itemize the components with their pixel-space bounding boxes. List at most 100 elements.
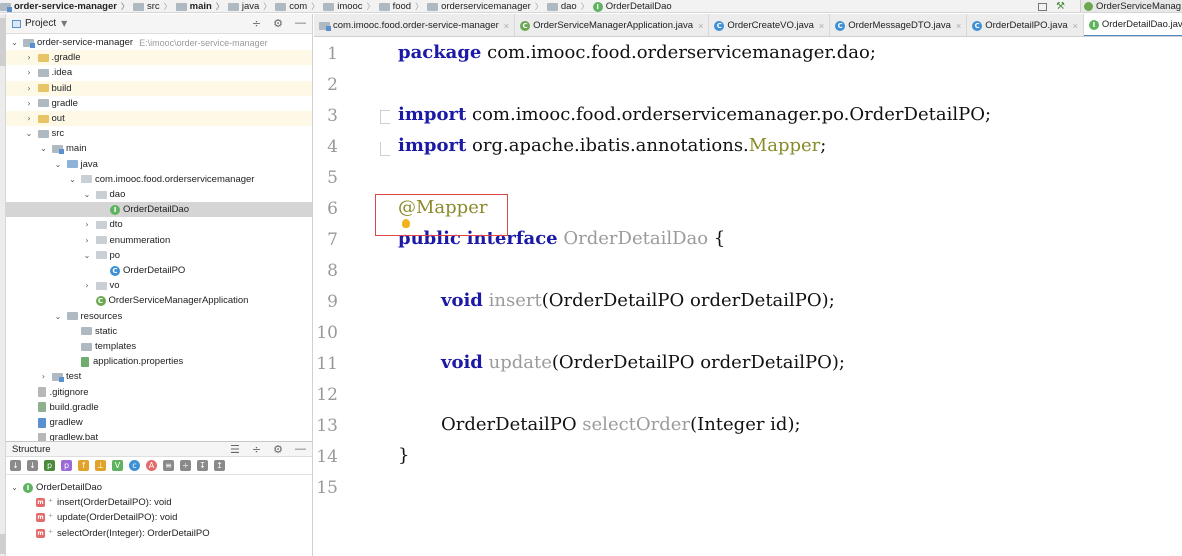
show-classes-icon[interactable]: c	[129, 460, 140, 471]
chevron-down-icon[interactable]: ⌄	[54, 160, 63, 169]
chevron-down-icon[interactable]: ▼	[61, 19, 67, 28]
sort-alpha-icon[interactable]: ↓	[10, 460, 21, 471]
show-inherited-icon[interactable]: f	[78, 460, 89, 471]
chevron-right-icon[interactable]: ›	[39, 372, 48, 381]
breadcrumb-item[interactable]: java 〉	[227, 0, 275, 12]
tree-item[interactable]: C OrderServiceManagerApplication	[6, 293, 312, 308]
tree-item[interactable]: C OrderDetailPO	[6, 263, 312, 278]
gear-icon[interactable]: ⚙	[273, 17, 283, 30]
tree-item[interactable]: › .gradle	[6, 50, 312, 66]
chevron-down-icon[interactable]: ⌄	[83, 251, 92, 260]
editor-tab[interactable]: C OrderCreateVO.java ×	[709, 14, 831, 36]
tree-item[interactable]: › .idea	[6, 65, 312, 80]
sort-visibility-icon[interactable]: ↓	[27, 460, 38, 471]
fold-marker-icon[interactable]	[380, 142, 390, 156]
chevron-right-icon[interactable]: ›	[83, 220, 92, 229]
tree-item[interactable]: › vo	[6, 278, 312, 293]
tree-item[interactable]: › out	[6, 111, 312, 126]
structure-member[interactable]: m ⁺ selectOrder(Integer): OrderDetailPO	[6, 526, 313, 541]
close-icon[interactable]: ×	[504, 21, 509, 31]
chevron-down-icon[interactable]: ⌄	[39, 144, 48, 153]
expand-all-icon[interactable]: ≡	[163, 460, 174, 471]
chevron-right-icon[interactable]: ›	[25, 99, 34, 108]
tree-item[interactable]: I OrderDetailDao	[6, 202, 312, 218]
editor-tab[interactable]: IOrderDetailDao.java×	[1083, 14, 1182, 36]
hide-panel-icon[interactable]: —	[295, 443, 306, 456]
expand-all-icon[interactable]: ☰	[230, 443, 240, 456]
breadcrumb-item[interactable]: com 〉	[275, 0, 323, 12]
structure-member[interactable]: m ⁺ insert(OrderDetailPO): void	[6, 495, 313, 510]
tree-item[interactable]: templates	[6, 339, 312, 354]
collapse-all-icon[interactable]: ÷	[252, 17, 261, 30]
breadcrumb-item[interactable]: order-service-manager 〉	[0, 0, 133, 12]
run-configuration-selector[interactable]: OrderServiceManag	[1080, 0, 1182, 12]
close-icon[interactable]: ×	[1073, 21, 1078, 31]
editor-tab[interactable]: C OrderMessageDTO.java ×	[830, 14, 968, 36]
tree-item[interactable]: ⌄ dao	[6, 187, 312, 202]
hide-panel-icon[interactable]: —	[295, 17, 306, 30]
tree-item[interactable]: › build	[6, 80, 312, 96]
build-hammer-icon[interactable]: ⚒	[1056, 1, 1065, 12]
breadcrumb-item[interactable]: orderservicemanager 〉	[427, 0, 547, 12]
tree-item[interactable]: ⌄ main	[6, 141, 312, 156]
structure-root[interactable]: ⌄ I OrderDetailDao	[6, 480, 313, 495]
chevron-down-icon[interactable]: ⌄	[54, 312, 63, 321]
structure-member[interactable]: m ⁺ update(OrderDetailPO): void	[6, 510, 313, 525]
window-icon[interactable]	[1038, 2, 1047, 11]
show-properties-icon[interactable]: p	[44, 460, 55, 471]
show-fields-icon[interactable]: p	[61, 460, 72, 471]
chevron-right-icon[interactable]: ›	[83, 281, 92, 290]
breadcrumb-item[interactable]: I OrderDetailDao	[592, 0, 672, 12]
chevron-right-icon[interactable]: ›	[25, 53, 34, 62]
close-icon[interactable]: ×	[698, 21, 703, 31]
chevron-down-icon[interactable]: ⌄	[68, 175, 77, 184]
code-editor[interactable]: package com.imooc.food.orderservicemanag…	[380, 38, 1182, 556]
chevron-down-icon[interactable]: ⌄	[83, 190, 92, 199]
fold-marker-icon[interactable]	[380, 110, 390, 124]
tree-item[interactable]: › dto	[6, 217, 312, 232]
tree-item[interactable]: application.properties	[6, 354, 312, 369]
tree-item[interactable]: ⌄ po	[6, 248, 312, 263]
show-anonymous-icon[interactable]: A	[146, 460, 157, 471]
chevron-right-icon[interactable]: ›	[25, 114, 34, 123]
tree-item[interactable]: .gitignore	[6, 385, 312, 400]
tree-item[interactable]: ⌄ resources	[6, 309, 312, 324]
method-icon: m	[36, 513, 45, 523]
tree-item[interactable]: ⌄ com.imooc.food.orderservicemanager	[6, 172, 312, 187]
project-panel-title[interactable]: Project	[25, 18, 56, 29]
close-icon[interactable]: ×	[819, 21, 824, 31]
tree-item[interactable]: › gradle	[6, 96, 312, 111]
breadcrumb-item[interactable]: imooc 〉	[323, 0, 378, 12]
chevron-right-icon[interactable]: ›	[83, 236, 92, 245]
autoscroll-from-source-icon[interactable]: ↥	[214, 460, 225, 471]
collapse-all-icon[interactable]: ÷	[180, 460, 191, 471]
properties-icon	[81, 356, 89, 367]
breadcrumb-item[interactable]: main 〉	[175, 0, 228, 12]
autoscroll-to-source-icon[interactable]: ↧	[197, 460, 208, 471]
gear-icon[interactable]: ⚙	[273, 443, 283, 456]
breadcrumb-item[interactable]: src 〉	[132, 0, 176, 12]
tree-item[interactable]: › test	[6, 369, 312, 384]
editor-tab[interactable]: C OrderDetailPO.java ×	[967, 14, 1084, 36]
chevron-right-icon[interactable]: ›	[25, 68, 34, 77]
tree-item[interactable]: ⌄ src	[6, 126, 312, 141]
chevron-down-icon[interactable]: ⌄	[25, 129, 34, 138]
tree-item[interactable]: ⌄ order-service-manager E:\imooc\order-ser…	[6, 35, 312, 50]
tree-item[interactable]: › enummeration	[6, 233, 312, 248]
tree-item[interactable]: static	[6, 324, 312, 339]
chevron-right-icon[interactable]: ›	[25, 84, 34, 93]
chevron-down-icon[interactable]: ⌄	[10, 483, 19, 492]
show-interfaces-icon[interactable]: V	[112, 460, 123, 471]
breadcrumb-item[interactable]: food 〉	[378, 0, 428, 12]
chevron-down-icon[interactable]: ⌄	[10, 38, 19, 47]
tree-item[interactable]: build.gradle	[6, 400, 312, 415]
close-icon[interactable]: ×	[956, 21, 961, 31]
tree-item[interactable]: gradlew.bat	[6, 430, 312, 441]
collapse-all-icon[interactable]: ÷	[252, 443, 261, 456]
breadcrumb-item[interactable]: dao 〉	[546, 0, 593, 12]
editor-tab[interactable]: com.imooc.food.order-service-manager ×	[314, 14, 516, 36]
tree-item[interactable]: gradlew	[6, 415, 312, 430]
tree-item[interactable]: ⌄ java	[6, 157, 312, 172]
editor-tab[interactable]: C OrderServiceManagerApplication.java ×	[515, 14, 710, 36]
show-non-public-icon[interactable]: ⊥	[95, 460, 106, 471]
